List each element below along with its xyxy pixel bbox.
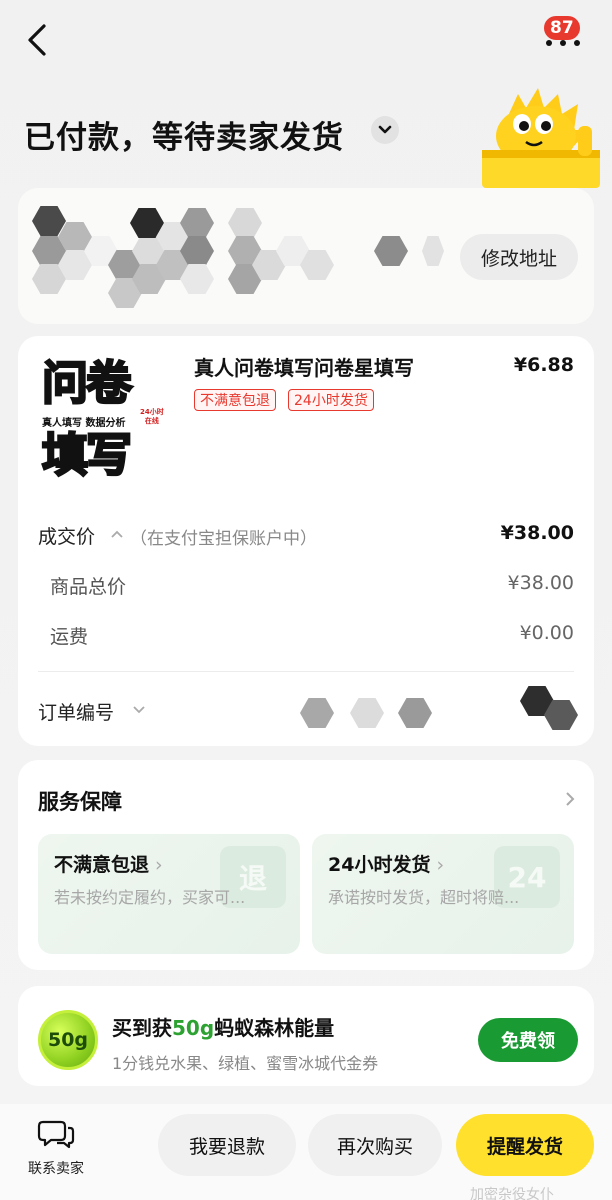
remind-shipping-button[interactable]: 提醒发货: [456, 1114, 594, 1176]
goods-total-value: ¥38.00: [507, 572, 574, 594]
back-button[interactable]: [22, 22, 54, 58]
notification-badge: 87: [542, 14, 582, 42]
chevron-down-icon: [133, 706, 145, 714]
divider: [38, 671, 574, 672]
buy-again-button[interactable]: 再次购买: [308, 1114, 442, 1176]
mascot-illustration: [482, 88, 600, 188]
shipping-fee-label: 运费: [50, 626, 89, 648]
product-title[interactable]: 真人问卷填写问卷星填写: [194, 352, 414, 381]
service-item-24h-shipping[interactable]: 24 24小时发货 › 承诺按时发货，超时将赔...: [312, 834, 574, 954]
energy-ball-icon: 50g: [38, 1010, 98, 1070]
tag-24h-shipping: 24小时发货: [288, 389, 374, 411]
service-item-desc: 若未按约定履约，买家可...: [54, 888, 246, 907]
chat-bubble-icon: [37, 1120, 75, 1149]
deal-price-label[interactable]: 成交价: [38, 522, 95, 549]
refund-button[interactable]: 我要退款: [158, 1114, 296, 1176]
more-menu-button[interactable]: 87: [540, 14, 588, 54]
shipping-fee-value: ¥0.00: [519, 622, 574, 644]
tag-refund-guarantee: 不满意包退: [194, 389, 276, 411]
service-guarantee-card: 服务保障 退 不满意包退 › 若未按约定履约，买家可... 24 24小时发货 …: [18, 760, 594, 970]
product-image-tag: 24小时 在线: [140, 408, 164, 425]
order-detail-card: 问卷 真人填写 数据分析 24小时 在线 填写 真人问卷填写问卷星填写 ¥6.8…: [18, 336, 594, 746]
order-status-title: 已付款，等待卖家发货: [24, 120, 344, 156]
service-item-title: 不满意包退 ›: [54, 854, 163, 876]
service-item-desc: 承诺按时发货，超时将赔...: [328, 888, 520, 907]
deal-price-note: （在支付宝担保账户中）: [130, 529, 317, 549]
more-dots-icon: [546, 40, 580, 46]
product-image-subtext: 真人填写 数据分析: [42, 418, 126, 429]
bottom-action-bar: 联系卖家 我要退款 再次购买 提醒发货 加密杂役女仆: [0, 1104, 612, 1200]
chevron-left-icon: [28, 24, 46, 56]
deal-price-value: ¥38.00: [500, 522, 574, 544]
contact-seller-label: 联系卖家: [28, 1161, 84, 1177]
address-card: 修改地址: [18, 188, 594, 324]
goods-total-label: 商品总价: [50, 576, 127, 598]
service-title: 服务保障: [38, 790, 122, 814]
service-item-title: 24小时发货 ›: [328, 854, 445, 876]
source-watermark: 加密杂役女仆: [470, 1187, 554, 1200]
ant-forest-promo-card: 50g 买到获50g蚂蚁森林能量 1分钱兑水果、绿植、蜜雪冰城代金券 免费领: [18, 986, 594, 1086]
claim-free-button[interactable]: 免费领: [478, 1018, 578, 1062]
order-number-label[interactable]: 订单编号: [38, 698, 114, 725]
chevron-down-icon: [378, 125, 392, 134]
promo-title: 买到获50g蚂蚁森林能量: [112, 1016, 335, 1040]
product-image-text-bottom: 填写: [41, 428, 134, 482]
promo-description: 1分钱兑水果、绿植、蜜雪冰城代金券: [112, 1054, 379, 1073]
service-item-refund[interactable]: 退 不满意包退 › 若未按约定履约，买家可...: [38, 834, 300, 954]
edit-address-button[interactable]: 修改地址: [460, 234, 578, 280]
product-image[interactable]: 问卷 真人填写 数据分析 24小时 在线 填写: [38, 352, 168, 482]
product-image-text-top: 问卷: [41, 356, 134, 410]
product-unit-price: ¥6.88: [513, 354, 574, 376]
chevron-up-icon: [111, 530, 123, 538]
chevron-right-icon[interactable]: [564, 790, 576, 808]
contact-seller-button[interactable]: 联系卖家: [22, 1118, 90, 1178]
status-expand-button[interactable]: [371, 116, 399, 144]
